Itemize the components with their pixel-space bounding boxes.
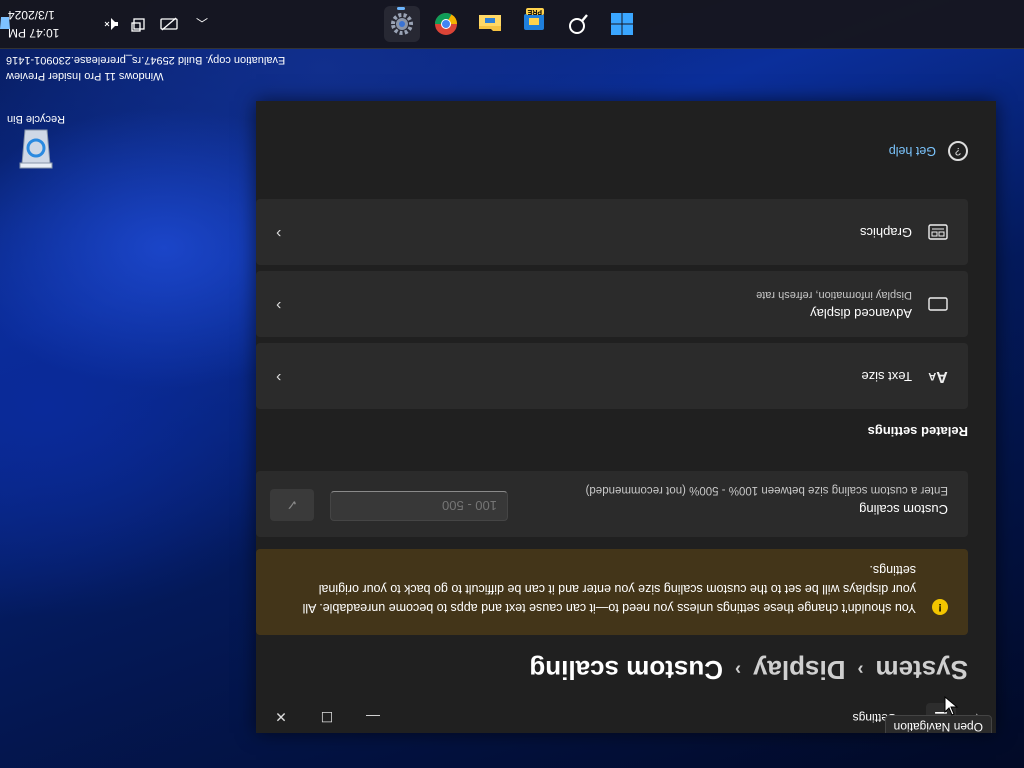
- chevron-right-icon: ›: [276, 297, 282, 314]
- related-item-label: Text size: [861, 369, 912, 384]
- recycle-bin-icon: [19, 129, 53, 169]
- clock-date: 1/3/2024: [8, 8, 55, 22]
- system-tray: ︿: [90, 0, 208, 48]
- display-icon[interactable]: [130, 16, 146, 32]
- taskbar-file-explorer[interactable]: [472, 6, 508, 42]
- volume-muted-icon[interactable]: [104, 16, 120, 32]
- taskbar-start[interactable]: [604, 6, 640, 42]
- breadcrumb: System › Display › Custom scaling: [529, 654, 968, 685]
- breadcrumb-display[interactable]: Display: [753, 654, 846, 685]
- mouse-cursor-icon: [944, 696, 959, 716]
- recycle-tray-icon[interactable]: [0, 16, 12, 32]
- windows-logo-icon: [611, 13, 633, 35]
- custom-scaling-title: Custom scaling: [859, 502, 948, 517]
- chevron-right-icon: ›: [857, 660, 864, 680]
- clock-time: 10:47 PM: [8, 26, 60, 40]
- watermark-line2: Evaluation copy. Build 25947.rs_prerelea…: [6, 54, 286, 66]
- related-settings-heading: Related settings: [867, 424, 968, 439]
- chevron-right-icon: ›: [276, 369, 282, 386]
- chevron-right-icon: ›: [735, 660, 741, 680]
- minimize-button[interactable]: —: [350, 701, 396, 733]
- taskbar-settings[interactable]: [384, 6, 420, 42]
- graphics-icon: [926, 220, 950, 244]
- recycle-bin-shortcut[interactable]: Recycle Bin: [4, 113, 68, 172]
- settings-window: ← ☰ Settings — ☐ ✕ System › Display › Cu…: [256, 101, 996, 733]
- close-button[interactable]: ✕: [258, 701, 304, 733]
- taskbar-store[interactable]: PRE: [516, 6, 552, 42]
- get-help-label: Get help: [888, 144, 936, 158]
- warning-banner: ! You shouldn't change these settings un…: [256, 549, 968, 635]
- taskbar-chrome[interactable]: [428, 6, 464, 42]
- folder-icon: [479, 15, 501, 31]
- store-icon: [524, 14, 544, 30]
- chrome-icon: [435, 13, 457, 35]
- search-icon: [569, 14, 588, 34]
- warning-text: You shouldn't change these settings unle…: [302, 563, 916, 615]
- breadcrumb-system[interactable]: System: [876, 654, 969, 685]
- related-item-graphics[interactable]: Graphics ›: [256, 199, 968, 265]
- taskbar-search[interactable]: [560, 6, 596, 42]
- apply-scaling-button[interactable]: ✓: [270, 489, 314, 521]
- maximize-icon: ☐: [320, 709, 334, 726]
- get-help-link[interactable]: ? Get help: [889, 141, 968, 161]
- related-item-text-size[interactable]: AA Text size ›: [256, 343, 968, 409]
- evaluation-watermark: Windows 11 Pro Insider Preview Evaluatio…: [6, 52, 285, 84]
- maximize-button[interactable]: ☐: [304, 701, 350, 733]
- watermark-line1: Windows 11 Pro Insider Preview: [6, 70, 164, 82]
- custom-scaling-card: Custom scaling Enter a custom scaling si…: [256, 471, 968, 537]
- chevron-right-icon: ›: [276, 225, 282, 242]
- monitor-icon: [926, 292, 950, 316]
- minimize-icon: —: [366, 709, 380, 725]
- related-item-label: Advanced display: [810, 306, 912, 321]
- checkmark-icon: ✓: [286, 497, 298, 514]
- custom-scaling-input[interactable]: [330, 491, 508, 521]
- help-icon: ?: [948, 141, 968, 161]
- custom-scaling-description: Enter a custom scaling size between 100%…: [585, 484, 948, 496]
- store-pre-badge: PRE: [525, 8, 544, 15]
- related-item-sublabel: Display information, refresh rate: [756, 289, 912, 301]
- related-item-advanced-display[interactable]: Advanced display Display information, re…: [256, 271, 968, 337]
- navigation-tooltip: Open Navigation: [884, 715, 992, 733]
- network-icon[interactable]: [160, 17, 178, 31]
- close-icon: ✕: [275, 709, 287, 726]
- page-title: Custom scaling: [529, 655, 723, 685]
- gear-icon: [391, 13, 413, 35]
- text-size-icon: AA: [928, 368, 948, 385]
- chevron-up-icon[interactable]: ︿: [196, 16, 208, 33]
- related-item-label: Graphics: [859, 225, 912, 240]
- info-icon: !: [932, 599, 948, 615]
- clock[interactable]: 10:47 PM 1/3/2024: [8, 6, 59, 42]
- taskbar: PRE ︿ 10:47 PM 1/3/2024: [0, 0, 1024, 49]
- recycle-bin-label: Recycle Bin: [6, 113, 66, 125]
